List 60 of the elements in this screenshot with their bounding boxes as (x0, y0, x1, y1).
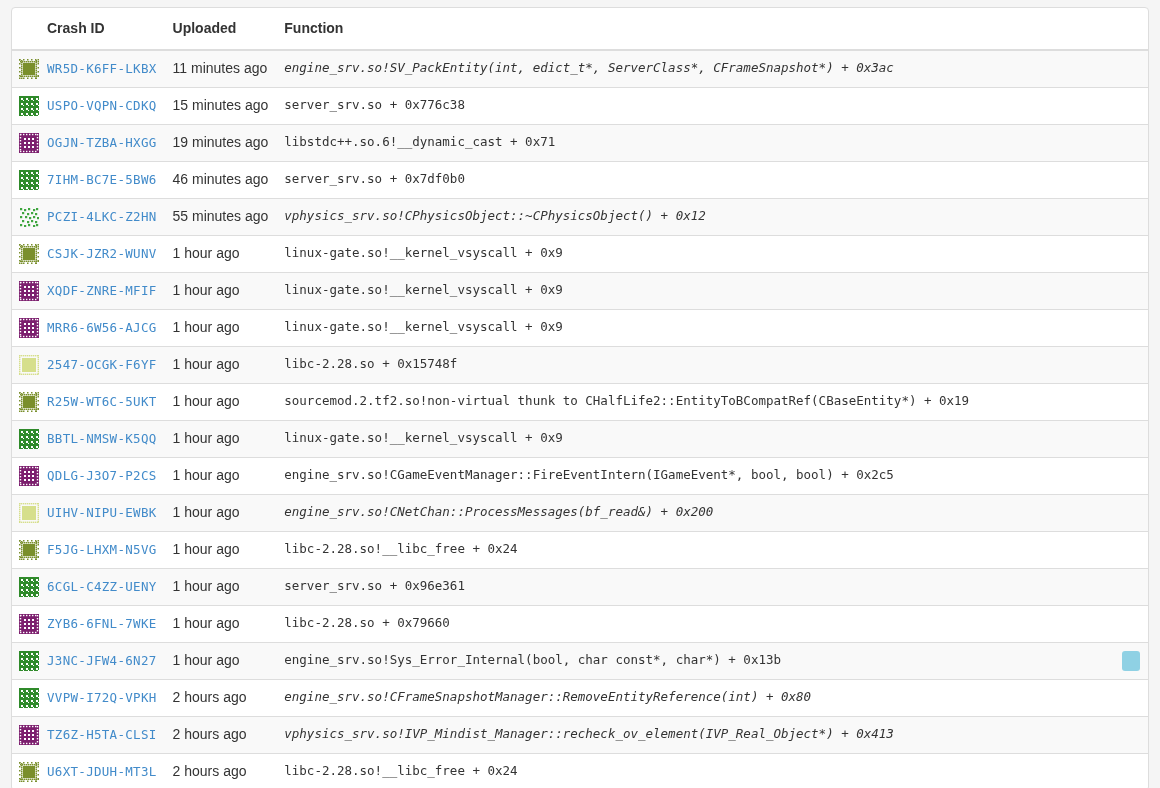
function-text: engine_srv.so!CGameEventManager::FireEventIntern(IGameEvent*, bool, bool) + 0x2c5 (284, 466, 894, 485)
crash-id-link[interactable]: U6XT-JDUH-MT3L (47, 764, 157, 780)
crash-id-link[interactable]: F5JG-LHXM-N5VG (47, 542, 157, 557)
function-text: linux-gate.so!__kernel_vsyscall + 0x9 (284, 244, 563, 263)
uploaded-time: 2 hours ago (164, 679, 277, 716)
function-text: libc-2.28.so + 0x15748f (284, 355, 458, 374)
function-text: libstdc++.so.6!__dynamic_cast + 0x71 (284, 133, 556, 152)
crash-id-link[interactable]: TZ6Z-H5TA-CLSI (47, 727, 157, 742)
function-text: server_srv.so + 0x96e361 (284, 577, 465, 596)
function-text: linux-gate.so!__kernel_vsyscall + 0x9 (284, 318, 563, 337)
crash-id-link[interactable]: UIHV-NIPU-EWBK (47, 505, 157, 520)
crash-id-link[interactable]: 2547-OCGK-F6YF (47, 357, 157, 372)
crash-id-link[interactable]: 6CGL-C4ZZ-UENY (47, 579, 157, 594)
function-text: engine_srv.so!SV_PackEntity(int, edict_t*, ServerClass*, CFrameSnapshot*) + 0x3ac (284, 59, 894, 78)
crash-id-link[interactable]: R25W-WT6C-5UKT (47, 394, 157, 409)
uploaded-time: 1 hour ago (164, 642, 277, 679)
function-text: linux-gate.so!__kernel_vsyscall + 0x9 (284, 281, 563, 300)
function-text: libc-2.28.so!__libc_free + 0x24 (284, 540, 518, 559)
uploaded-time: 55 minutes ago (164, 198, 277, 235)
uploaded-time: 1 hour ago (164, 383, 277, 420)
uploaded-time: 1 hour ago (164, 568, 277, 605)
crash-id-link[interactable]: QDLG-J3O7-P2CS (47, 468, 157, 483)
function-text: engine_srv.so!CNetChan::ProcessMessages(bf_read&) + 0x200 (284, 503, 714, 522)
function-text: vphysics_srv.so!IVP_Mindist_Manager::recheck_ov_element(IVP_Real_Object*) + 0x413 (284, 725, 894, 744)
crash-id-link[interactable]: J3NC-JFW4-6N27 (47, 653, 157, 668)
function-text: server_srv.so + 0x7df0b0 (284, 170, 465, 189)
function-text: engine_srv.so!CFrameSnapshotManager::RemoveEntityReference(int) + 0x80 (284, 688, 812, 707)
crash-id-link[interactable]: PCZI-4LKC-Z2HN (47, 209, 157, 224)
uploaded-time: 1 hour ago (164, 272, 277, 309)
uploaded-time: 1 hour ago (164, 531, 277, 568)
crash-id-link[interactable]: ZYB6-6FNL-7WKE (47, 616, 157, 631)
function-text: engine_srv.so!Sys_Error_Internal(bool, char const*, char*) + 0x13b (284, 651, 781, 670)
function-text: sourcemod.2.tf2.so!non-virtual thunk to CHalfLife2::EntityToBCompatRef(CBaseEntity*) + 0x19 (284, 392, 970, 411)
crash-id-link[interactable]: BBTL-NMSW-K5QQ (47, 431, 157, 446)
uploaded-time: 1 hour ago (164, 309, 277, 346)
crash-id-link[interactable]: XQDF-ZNRE-MFIF (47, 283, 157, 298)
uploaded-time: 46 minutes ago (164, 161, 277, 198)
uploaded-time: 1 hour ago (164, 346, 277, 383)
uploaded-time: 1 hour ago (164, 494, 277, 531)
crash-id-link[interactable]: USPO-VQPN-CDKQ (47, 98, 157, 113)
function-text: vphysics_srv.so!CPhysicsObject::~CPhysicsObject() + 0x12 (284, 207, 706, 226)
crash-id-link[interactable]: CSJK-JZR2-WUNV (47, 246, 157, 261)
function-text: libc-2.28.so!__libc_free + 0x24 (284, 762, 518, 781)
uploaded-time: 1 hour ago (164, 605, 277, 642)
uploaded-time: 1 hour ago (164, 457, 277, 494)
uploaded-time: 1 hour ago (164, 420, 277, 457)
function-text: libc-2.28.so + 0x79660 (284, 614, 450, 633)
crash-id-link[interactable]: OGJN-TZBA-HXGG (47, 135, 157, 150)
crash-id-link[interactable]: 7IHM-BC7E-5BW6 (47, 172, 157, 187)
uploaded-time: 19 minutes ago (164, 124, 277, 161)
uploaded-time: 15 minutes ago (164, 87, 277, 124)
uploaded-time: 2 hours ago (164, 753, 277, 788)
uploaded-time: 1 hour ago (164, 235, 277, 272)
function-text: linux-gate.so!__kernel_vsyscall + 0x9 (284, 429, 563, 448)
crash-id-link[interactable]: VVPW-I72Q-VPKH (47, 690, 157, 705)
crash-id-link[interactable]: MRR6-6W56-AJCG (47, 320, 157, 335)
function-text: server_srv.so + 0x776c38 (284, 96, 465, 115)
uploaded-time: 2 hours ago (164, 716, 277, 753)
uploaded-time: 11 minutes ago (164, 50, 277, 87)
crash-id-link[interactable]: WR5D-K6FF-LKBX (47, 61, 157, 77)
